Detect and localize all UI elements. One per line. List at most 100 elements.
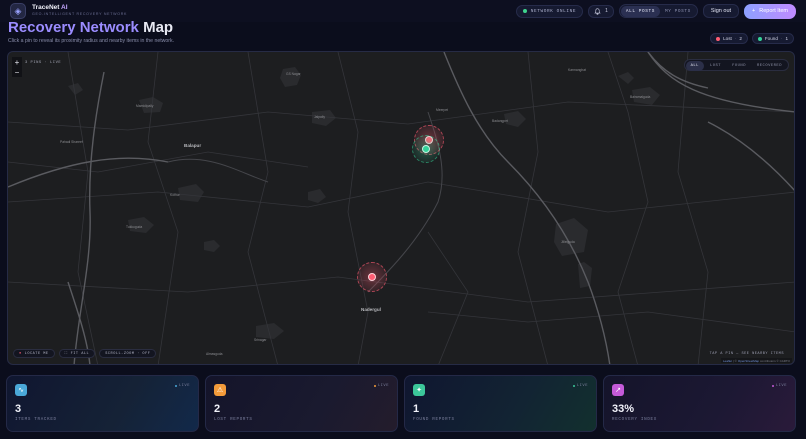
brand[interactable]: ◈ TraceNet AI GEO-INTELLIGENT RECOVERY N… [10, 3, 127, 19]
place-label: Pahadi Shareef [60, 140, 83, 144]
network-status: NETWORK ONLINE [515, 4, 584, 18]
live-label: LIVE [377, 384, 389, 388]
attribution-rest: contributors © CARTO [760, 358, 790, 363]
app-name-main: TraceNet [32, 3, 60, 11]
found-dot-icon [757, 36, 762, 41]
place-label: Jalpally [314, 115, 325, 119]
stats-row: ∿ LIVE 3 ITEMS TRACKED ⚠ LIVE 2 LOST REP… [6, 375, 796, 432]
place-label: Kothur [170, 193, 180, 197]
alert-icon: ⚠ [214, 384, 226, 396]
lost-count-value: 2 [739, 36, 742, 41]
live-label: LIVE [576, 384, 588, 388]
app-name: TraceNet AI [32, 3, 127, 12]
place-label: Tukkuguda [126, 225, 143, 229]
notifications-button[interactable]: 1 [588, 4, 614, 18]
leaflet-link[interactable]: Leaflet [723, 359, 732, 363]
plus-icon: + [752, 8, 756, 14]
sign-out-button[interactable]: Sign out [702, 4, 740, 18]
fit-bounds-icon: ⛶ [64, 352, 68, 356]
recovery-map[interactable]: GS Nagar Mamidipally Jalpally Pahadi Sha… [7, 51, 795, 365]
stat-label: LOST REPORTS [214, 418, 253, 422]
page-title-accent: Recovery Network [8, 19, 139, 36]
found-count-badge: Found · 1 [751, 33, 794, 44]
zoom-out-button[interactable]: − [12, 67, 22, 77]
status-filter: ALL LOST FOUND RECOVERED [683, 59, 789, 71]
attribution-separator: | © [733, 358, 737, 363]
lost-dot-icon [716, 36, 721, 41]
notification-count: 1 [605, 8, 608, 14]
sparkle-icon: ✦ [413, 384, 425, 396]
stat-label: ITEMS TRACKED [15, 418, 57, 422]
status-counts: Lost · 2 Found · 1 [710, 33, 794, 44]
stat-value: 33% [612, 403, 635, 415]
locate-me-button[interactable]: ● LOCATE ME [13, 349, 55, 358]
stat-card-items-tracked: ∿ LIVE 3 ITEMS TRACKED [6, 375, 199, 432]
osm-link[interactable]: OpenStreetMap [738, 359, 759, 363]
stat-value: 3 [15, 403, 22, 415]
header-actions: NETWORK ONLINE 1 ALL POSTS MY POSTS Sign… [515, 3, 796, 19]
separator-dot: · [780, 36, 783, 41]
filter-recovered[interactable]: RECOVERED [752, 61, 787, 71]
map-hint: TAP A PIN — SEE NEARBY ITEMS [709, 352, 784, 356]
scroll-zoom-toggle[interactable]: SCROLL-ZOOM · OFF [99, 349, 157, 358]
stat-label: RECOVERY INDEX [612, 418, 657, 422]
pins-live-indicator: 3 PINS · LIVE [25, 61, 62, 65]
online-dot-icon [522, 9, 527, 13]
trend-icon: ↗ [612, 384, 624, 396]
place-label: Meerpet [436, 108, 449, 112]
report-item-button[interactable]: + Report Item [744, 3, 796, 19]
zoom-in-button[interactable]: + [12, 57, 22, 67]
stat-card-lost-reports: ⚠ LIVE 2 LOST REPORTS [205, 375, 398, 432]
place-label-nadergul: Nadergul [361, 307, 381, 312]
place-label-balapur: Balapur [184, 143, 202, 148]
page-title: Recovery Network Map [8, 19, 173, 37]
found-count-value: 1 [785, 36, 788, 41]
stat-card-recovery-index: ↗ LIVE 33% RECOVERY INDEX [603, 375, 796, 432]
live-label: LIVE [178, 384, 190, 388]
fit-all-label: FIT ALL [70, 351, 90, 356]
place-label: GS Nagar [286, 72, 301, 76]
locate-me-label: LOCATE ME [24, 351, 49, 356]
tab-my-posts[interactable]: MY POSTS [660, 6, 696, 17]
app-name-suffix: AI [61, 3, 68, 11]
stat-card-found-reports: ✦ LIVE 1 FOUND REPORTS [404, 375, 597, 432]
stat-value: 2 [214, 403, 221, 415]
place-label: Mamidipally [136, 104, 154, 108]
activity-icon: ∿ [15, 384, 27, 396]
network-logo-icon: ◈ [10, 3, 26, 19]
map-attribution: Leaflet | © OpenStreetMap contributors ©… [721, 358, 792, 363]
network-status-text: NETWORK ONLINE [530, 8, 577, 14]
fit-all-button[interactable]: ⛶ FIT ALL [58, 349, 96, 358]
zoom-controls: + − [12, 57, 22, 77]
found-count-label: Found [764, 36, 778, 41]
place-label: Srinagar [254, 338, 267, 342]
filter-found[interactable]: FOUND [727, 61, 751, 71]
app-tagline: GEO-INTELLIGENT RECOVERY NETWORK [32, 12, 128, 17]
bell-icon [594, 7, 601, 15]
map-roads-layer [8, 52, 794, 364]
place-label: Badangpet [492, 119, 508, 123]
place-label: Bairamalguda [630, 95, 651, 99]
place-label: Karmanghat [568, 68, 586, 72]
filter-lost[interactable]: LOST [705, 61, 726, 71]
brand-text: TraceNet AI GEO-INTELLIGENT RECOVERY NET… [32, 3, 128, 17]
separator-dot: · [734, 36, 737, 41]
live-indicator: LIVE [174, 384, 190, 388]
live-indicator: LIVE [373, 384, 389, 388]
place-label: Jillelguda [561, 240, 575, 244]
found-pin[interactable] [422, 145, 430, 153]
stat-value: 1 [413, 403, 420, 415]
posts-toggle: ALL POSTS MY POSTS [618, 4, 698, 18]
live-indicator: LIVE [771, 384, 787, 388]
map-bottom-controls: ● LOCATE ME ⛶ FIT ALL SCROLL-ZOOM · OFF [13, 349, 157, 358]
report-item-label: Report Item [759, 8, 788, 14]
lost-count-label: Lost [723, 36, 732, 41]
lost-pin[interactable] [368, 273, 376, 281]
stat-label: FOUND REPORTS [413, 418, 455, 422]
page-subtitle: Click a pin to reveal its proximity radi… [8, 38, 175, 44]
place-label: Almasguda [206, 352, 223, 356]
tab-all-posts[interactable]: ALL POSTS [620, 5, 660, 17]
filter-all[interactable]: ALL [685, 61, 704, 71]
lost-count-badge: Lost · 2 [710, 33, 748, 44]
location-pin-icon: ● [19, 351, 22, 356]
